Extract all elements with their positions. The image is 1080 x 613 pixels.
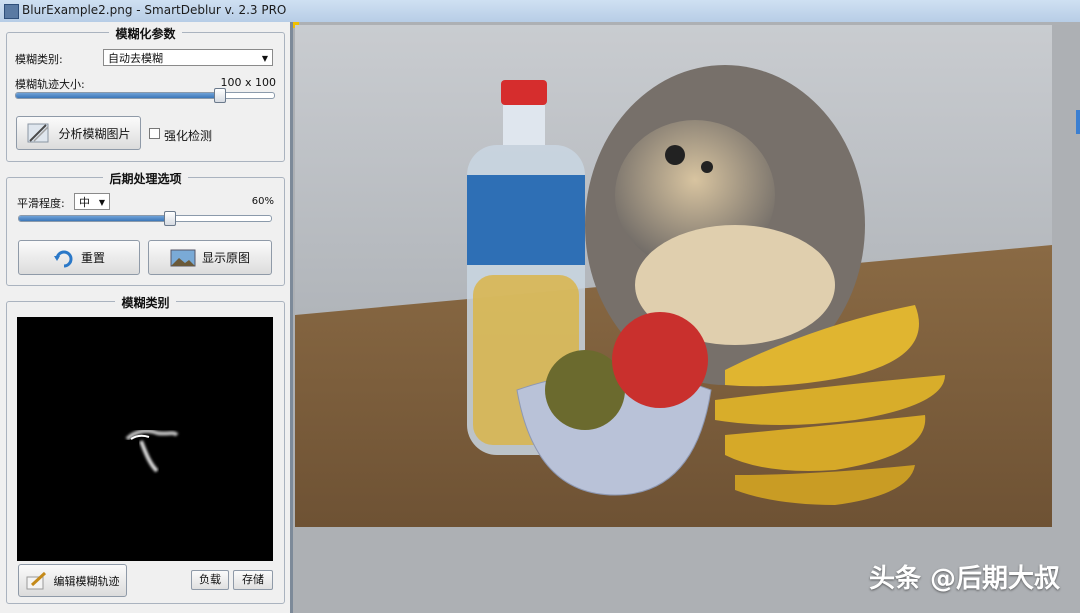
enhance-detection-label: 强化检测 [164,129,213,143]
scroll-indicator[interactable] [1076,110,1080,134]
reset-arrow-icon [53,250,73,267]
smooth-level-label: 平滑程度: [17,197,65,210]
chevron-down-icon: ▼ [261,54,268,63]
blur-params-group: 模糊化参数 模糊类别: 自动去模糊 ▼ 模糊轨迹大小: 100 x 100 分析… [6,27,285,162]
smooth-slider-fill [19,216,171,221]
trajectory-size-label: 模糊轨迹大小: [15,78,85,91]
analyze-wand-icon [27,123,50,143]
show-original-label: 显示原图 [201,251,250,265]
reset-label: 重置 [80,251,105,265]
window-title: BlurExample2.png - SmartDeblur v. 2.3 PR… [22,3,287,17]
analyze-blur-label: 分析模糊图片 [58,126,131,141]
control-panel: 模糊化参数 模糊类别: 自动去模糊 ▼ 模糊轨迹大小: 100 x 100 分析… [0,22,290,613]
group-title-blur-kernel: 模糊类别 [115,296,176,310]
deblurred-photo[interactable] [295,25,1052,527]
post-processing-group: 后期处理选项 平滑程度: 中 ▼ 60% 重置 显示原图 [6,172,285,286]
smooth-slider-thumb[interactable] [164,211,177,226]
trajectory-slider-thumb[interactable] [213,88,226,103]
trajectory-slider-fill [16,93,220,98]
edit-pencil-icon [26,571,46,589]
image-canvas[interactable]: 头条 @后期大叔 [290,22,1080,613]
blur-trajectory-shape [125,429,179,473]
image-icon [170,249,196,266]
watermark-text: 头条 @后期大叔 [868,564,1060,594]
title-bar: BlurExample2.png - SmartDeblur v. 2.3 PR… [0,0,1080,23]
smooth-percent: 60% [251,196,274,207]
edit-trajectory-button[interactable]: 编辑模糊轨迹 [18,564,127,597]
blur-type-label: 模糊类别: [15,53,63,66]
group-title-blur-params: 模糊化参数 [109,27,182,41]
smooth-level-select[interactable]: 中 ▼ [74,193,110,210]
smooth-level-value: 中 [79,196,90,209]
photo-still-life [295,25,1052,527]
blur-type-value: 自动去模糊 [108,52,163,65]
analyze-blur-button[interactable]: 分析模糊图片 [16,116,141,150]
trajectory-size-slider[interactable] [15,88,275,103]
smooth-level-slider[interactable] [18,211,272,226]
group-title-post-processing: 后期处理选项 [103,172,188,186]
save-button[interactable]: 存储 [233,570,273,590]
reset-button[interactable]: 重置 [18,240,140,275]
blur-kernel-group: 模糊类别 编辑模糊轨迹 负载 存储 [6,296,285,604]
load-button[interactable]: 负载 [191,570,229,590]
blur-kernel-preview[interactable] [17,317,273,561]
trajectory-size-value: 100 x 100 [220,76,277,89]
show-original-button[interactable]: 显示原图 [148,240,272,275]
enhance-detection-checkbox[interactable] [149,128,160,139]
blur-type-select[interactable]: 自动去模糊 ▼ [103,49,273,66]
chevron-down-icon: ▼ [98,198,105,207]
edit-trajectory-label: 编辑模糊轨迹 [53,574,120,588]
app-icon [4,4,19,19]
